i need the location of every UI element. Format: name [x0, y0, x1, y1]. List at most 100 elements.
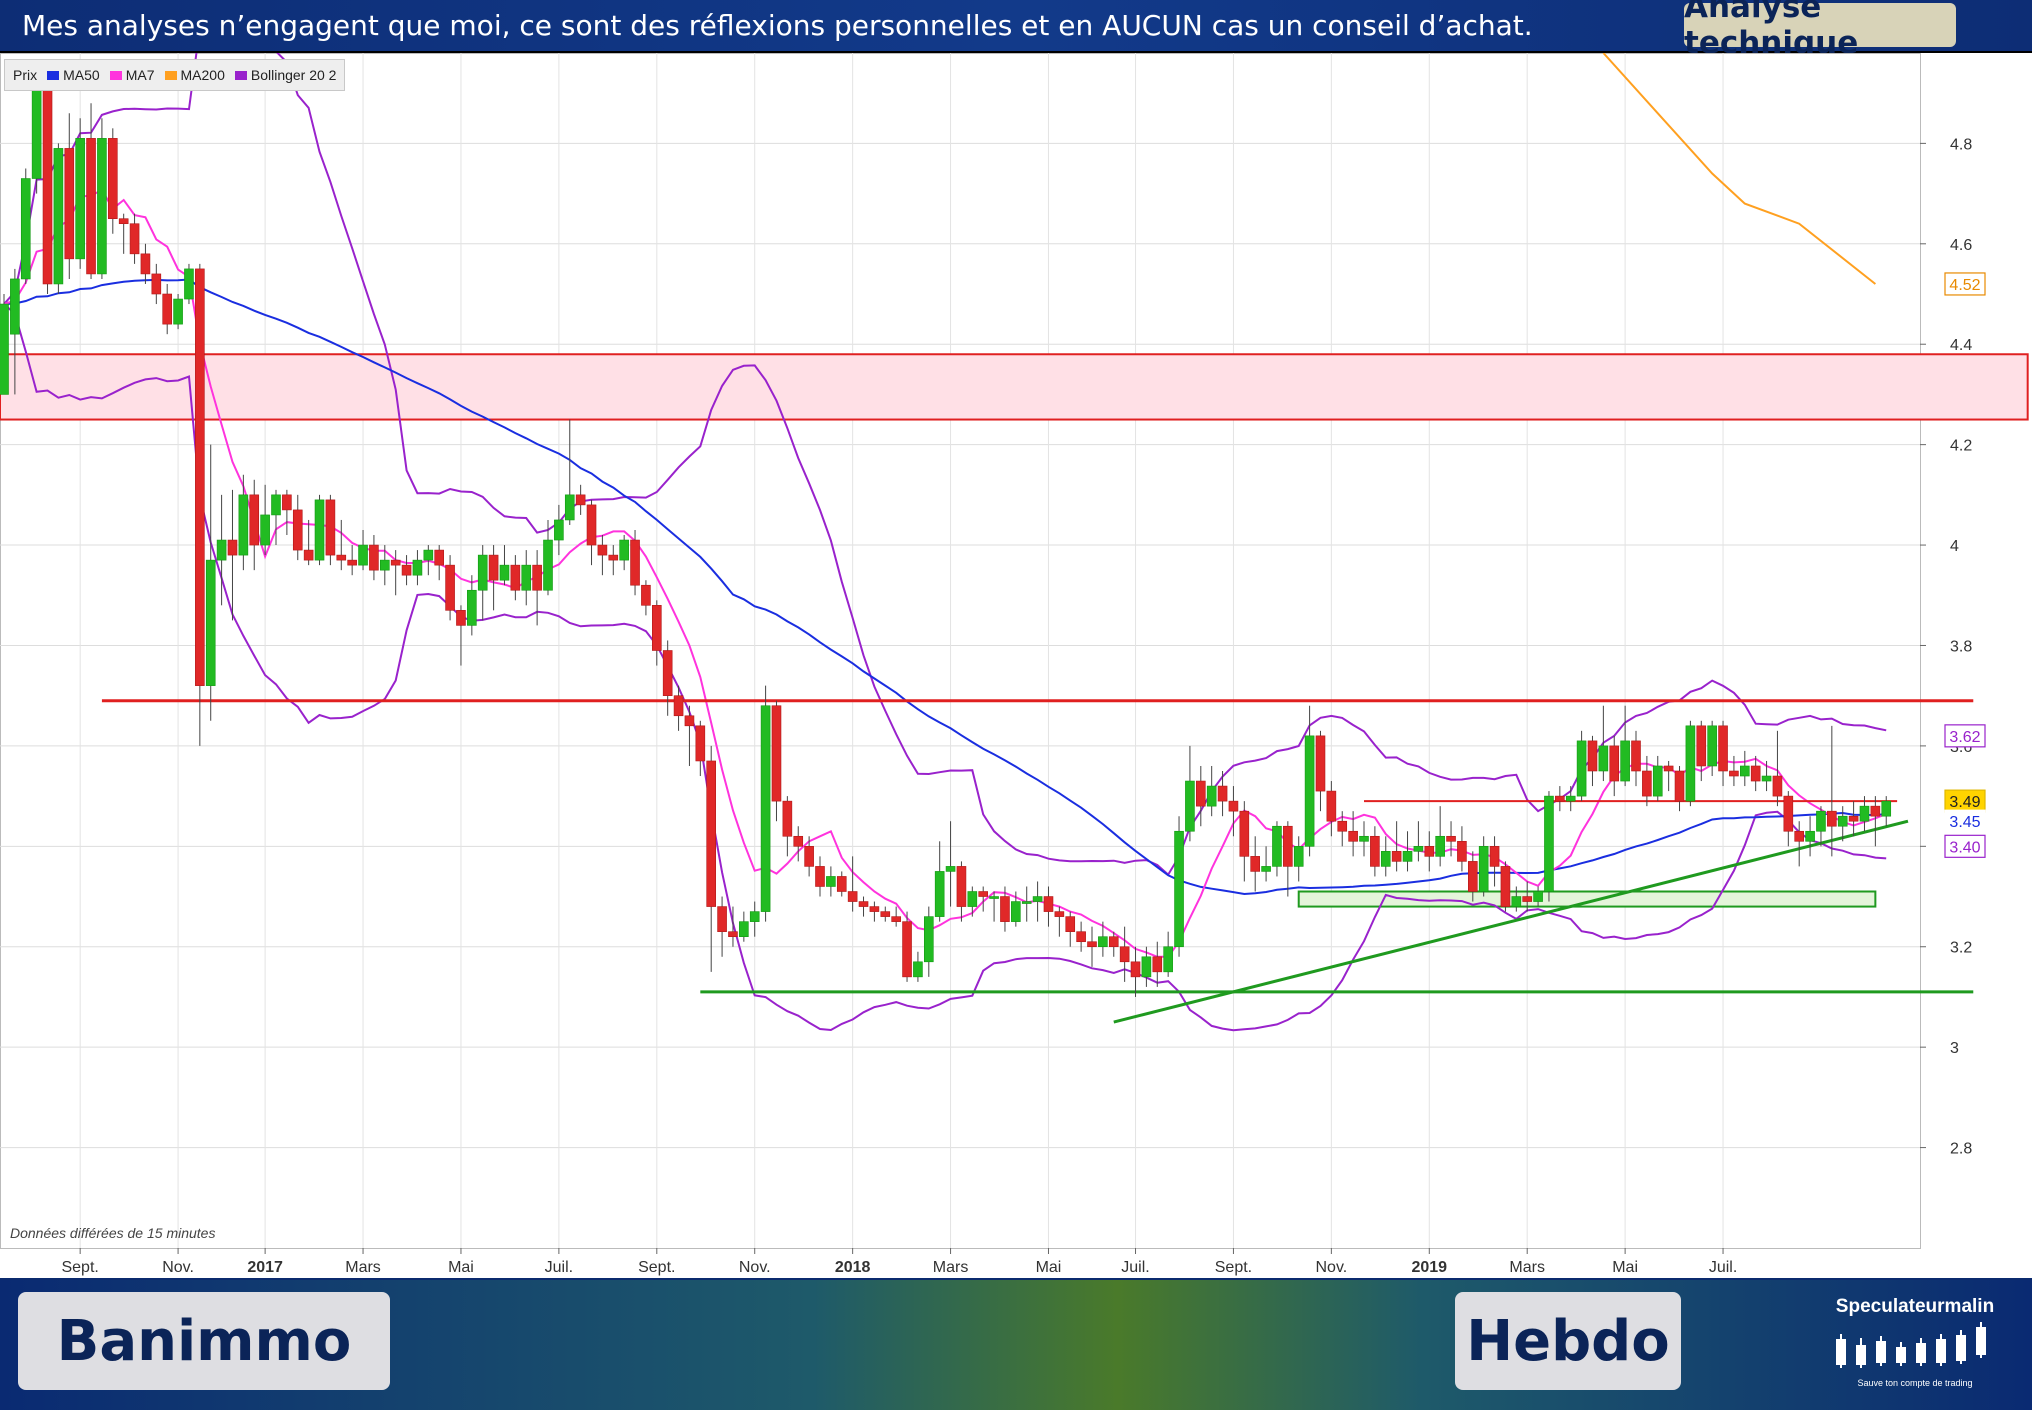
candle-body — [956, 866, 967, 907]
candle-body — [1805, 830, 1815, 842]
candle-body — [1555, 795, 1565, 802]
legend-label: MA7 — [125, 67, 155, 83]
value-label-text: 3.45 — [1949, 814, 1980, 831]
x-tick-label: Juil. — [1709, 1259, 1737, 1276]
candle-body — [477, 554, 488, 591]
brand-name: Speculateurmalin — [1835, 1296, 1995, 1317]
x-tick-label: Sept. — [638, 1259, 675, 1276]
candle-body — [1870, 805, 1881, 817]
candle-body — [749, 911, 760, 922]
candle-body — [1881, 800, 1892, 817]
candle-body — [608, 554, 619, 561]
candle-body — [1130, 961, 1141, 978]
x-tick-label: 2018 — [835, 1259, 871, 1276]
x-tick-label: Nov. — [1316, 1259, 1348, 1276]
candle-body — [1565, 795, 1576, 802]
candle-body — [1772, 775, 1783, 797]
x-tick-label: Nov. — [162, 1259, 194, 1276]
candle-body — [532, 564, 542, 591]
candle-body — [1261, 866, 1271, 872]
value-label-text: 3.49 — [1949, 794, 1980, 811]
candle-body — [347, 559, 357, 566]
candle-body — [1196, 780, 1206, 807]
candle-body — [64, 148, 75, 260]
candle-body — [651, 605, 662, 651]
candle-body — [630, 539, 640, 586]
candle-body — [1239, 810, 1250, 857]
candle-body — [1598, 745, 1609, 772]
x-tick-label: Nov. — [739, 1259, 771, 1276]
candle-body — [1435, 835, 1445, 857]
legend-item: MA50 — [47, 67, 100, 83]
candle-body — [1446, 835, 1456, 842]
value-label-text: 4.52 — [1949, 277, 1980, 294]
legend-swatch — [164, 70, 177, 80]
candle-body — [1250, 856, 1260, 872]
candle-body — [1794, 830, 1804, 842]
candle-body — [1185, 780, 1195, 832]
candle-body — [641, 584, 651, 606]
x-tick-label: Mai — [1036, 1259, 1062, 1276]
candle-body — [1000, 896, 1010, 922]
legend-item: MA7 — [109, 67, 155, 83]
legend-label: Bollinger 20 2 — [250, 67, 337, 83]
candle-body — [401, 564, 412, 576]
candle-body — [358, 544, 368, 566]
candle-body — [1217, 785, 1228, 802]
candle-body — [20, 178, 31, 280]
candle-body — [325, 499, 336, 556]
candle-body — [597, 544, 608, 556]
y-tick-label: 4.8 — [1950, 136, 1972, 153]
candle-body — [108, 138, 118, 219]
candle-body — [804, 846, 814, 867]
candle-body — [1402, 851, 1413, 862]
ticker-tag: Banimmo — [18, 1292, 390, 1390]
candle-body — [967, 891, 978, 907]
candle-body — [97, 138, 107, 275]
candle-body — [564, 494, 575, 521]
candle-body — [1413, 846, 1424, 852]
candle-body — [695, 725, 706, 762]
x-tick-label: Mai — [1612, 1259, 1638, 1276]
candle-body — [1740, 765, 1750, 777]
legend-swatch — [234, 70, 247, 80]
x-tick-label: Mars — [933, 1259, 969, 1276]
legend-item: Prix — [13, 67, 37, 83]
candle-body — [1544, 795, 1554, 892]
x-tick-label: 2017 — [247, 1259, 283, 1276]
candle-body — [1076, 931, 1086, 943]
candle-body — [31, 87, 42, 179]
candle-body — [1707, 725, 1717, 767]
x-tick-label: Sept. — [1215, 1259, 1252, 1276]
candle-body — [1021, 901, 1032, 904]
candle-body — [923, 916, 934, 963]
candle-body — [1609, 745, 1620, 782]
candle-body — [521, 564, 532, 591]
candle-body — [1663, 765, 1674, 772]
candle-body — [989, 896, 999, 899]
candle-body — [412, 559, 423, 576]
chart-legend: Prix MA50 MA7 MA200 Bollinger 20 2 — [4, 59, 346, 91]
y-tick-label: 4.6 — [1950, 237, 1972, 254]
timeframe-tag: Hebdo — [1455, 1292, 1681, 1390]
candle-body — [1816, 810, 1826, 832]
candle-body — [1642, 770, 1652, 797]
candle-body — [1043, 896, 1054, 912]
candle-body — [815, 866, 825, 887]
y-tick-label: 4.4 — [1950, 337, 1972, 354]
legend-item: MA200 — [164, 67, 225, 83]
candle-body — [271, 494, 281, 516]
candle-body — [423, 549, 434, 561]
candle-body — [543, 539, 553, 591]
candle-body — [140, 253, 151, 275]
candle-body — [1272, 825, 1282, 867]
candle-body — [1674, 770, 1685, 802]
candle-body — [434, 549, 445, 566]
candle-body — [978, 891, 989, 897]
candle-body — [1065, 916, 1076, 932]
candle-body — [1761, 775, 1772, 782]
candle-body — [467, 589, 477, 626]
brand-logo: Speculateurmalin Sauve ton compte de tra… — [1815, 1296, 2015, 1394]
candle-body — [880, 911, 891, 917]
legend-label: MA50 — [63, 67, 100, 83]
